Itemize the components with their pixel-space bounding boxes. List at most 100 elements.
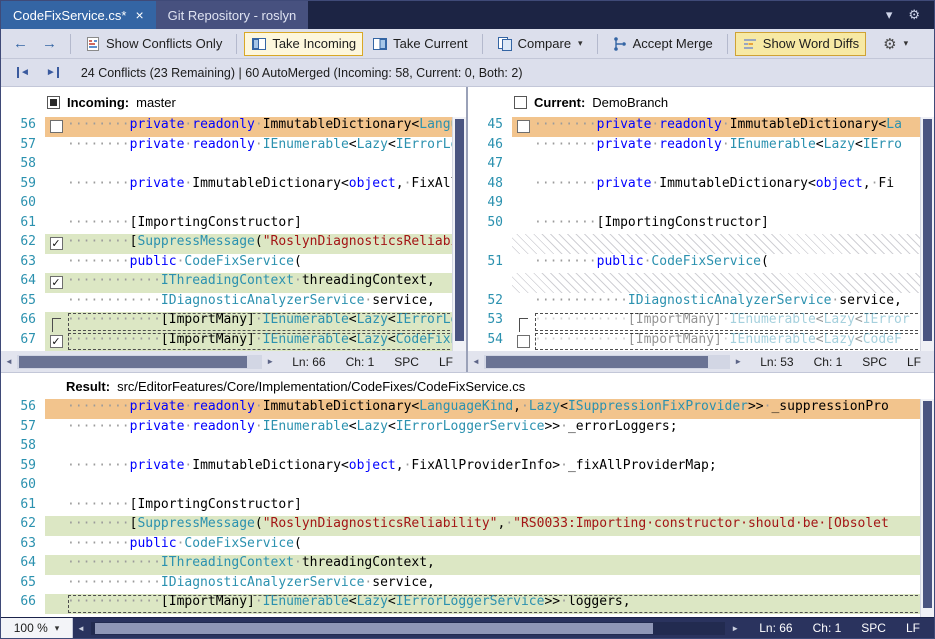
- tab-codefixservice[interactable]: CodeFixService.cs* ×: [1, 1, 156, 29]
- incoming-select-all-checkbox[interactable]: [47, 96, 60, 109]
- take-current-button[interactable]: Take Current: [365, 32, 474, 56]
- code-token: readonly: [192, 117, 255, 132]
- conflict-checkbox[interactable]: [45, 117, 67, 137]
- vertical-scrollbar[interactable]: [452, 117, 466, 351]
- scroll-right-arrow[interactable]: ►: [727, 624, 743, 633]
- back-button[interactable]: ←: [7, 35, 34, 52]
- previous-conflict-button[interactable]: ◄: [11, 67, 36, 78]
- code-line[interactable]: 62✓········[SuppressMessage("RoslynDiagn…: [1, 234, 466, 254]
- code-line[interactable]: 51········public·CodeFixService(: [468, 254, 934, 274]
- eol-indicator: LF: [439, 355, 453, 369]
- chevron-down-icon: ▾: [55, 623, 60, 634]
- chevron-down-icon[interactable]: ▾: [886, 7, 893, 23]
- line-number: 65: [1, 575, 45, 595]
- code-line[interactable]: 53············[ImportMany]·IEnumerable<L…: [468, 312, 934, 332]
- zoom-control[interactable]: 100 % ▾: [1, 618, 73, 638]
- code-line[interactable]: 60: [1, 477, 934, 497]
- code-line[interactable]: 61········[ImportingConstructor]: [1, 215, 466, 235]
- show-word-diffs-button[interactable]: Show Word Diffs: [735, 32, 866, 56]
- checkbox-icon[interactable]: ✓: [50, 335, 63, 348]
- toolbar-separator: [70, 34, 71, 54]
- code-line[interactable]: [468, 273, 934, 293]
- code-line[interactable]: 63········public·CodeFixService(: [1, 536, 934, 556]
- take-incoming-button[interactable]: Take Incoming: [244, 32, 363, 56]
- code-line[interactable]: 64············IThreadingContext·threadin…: [1, 555, 934, 575]
- incoming-horizontal-scrollbar[interactable]: [17, 355, 262, 369]
- compare-button[interactable]: Compare ▾: [490, 32, 590, 56]
- code-line[interactable]: 49: [468, 195, 934, 215]
- close-icon[interactable]: ×: [135, 8, 143, 22]
- code-line[interactable]: 47: [468, 156, 934, 176]
- show-conflicts-only-button[interactable]: Show Conflicts Only: [78, 32, 229, 56]
- scrollbar-thumb[interactable]: [19, 356, 247, 368]
- line-margin: [45, 458, 67, 478]
- code-line[interactable]: 50········[ImportingConstructor]: [468, 215, 934, 235]
- scrollbar-thumb[interactable]: [95, 623, 653, 634]
- code-line[interactable]: 57········private·readonly·IEnumerable<L…: [1, 137, 466, 157]
- code-line[interactable]: 63········public·CodeFixService(: [1, 254, 466, 274]
- status-bar: 100 % ▾ ◄ ► Ln: 66 Ch: 1 SPC LF: [1, 617, 934, 638]
- checkbox-icon[interactable]: [517, 335, 530, 348]
- result-horizontal-scrollbar[interactable]: [91, 622, 725, 635]
- forward-button[interactable]: →: [36, 35, 63, 52]
- checkbox-icon[interactable]: [50, 120, 63, 133]
- code-token: <: [855, 312, 863, 327]
- code-line[interactable]: 66············[ImportMany]·IEnumerable<L…: [1, 594, 934, 614]
- current-editor[interactable]: 45········private·readonly·ImmutableDict…: [468, 117, 934, 351]
- code-token: IEnumerable: [263, 594, 349, 609]
- conflict-checkbox[interactable]: ✓: [45, 273, 67, 293]
- code-line[interactable]: 57········private·readonly·IEnumerable<L…: [1, 419, 934, 439]
- scrollbar-thumb[interactable]: [486, 356, 708, 368]
- scroll-left-arrow[interactable]: ◄: [468, 357, 484, 366]
- code-line[interactable]: 67✓············[ImportMany]·IEnumerable<…: [1, 332, 466, 352]
- code-token: ············: [534, 312, 628, 327]
- scrollbar-thumb[interactable]: [455, 119, 464, 341]
- conflict-checkbox[interactable]: ✓: [45, 332, 67, 352]
- scroll-right-arrow[interactable]: ►: [730, 357, 746, 366]
- code-line[interactable]: 61········[ImportingConstructor]: [1, 497, 934, 517]
- code-line[interactable]: 56········private·readonly·ImmutableDict…: [1, 117, 466, 137]
- checkbox-icon[interactable]: ✓: [50, 276, 63, 289]
- line-margin: [512, 156, 534, 176]
- code-line[interactable]: 48········private·ImmutableDictionary<ob…: [468, 176, 934, 196]
- conflict-checkbox[interactable]: ✓: [45, 234, 67, 254]
- checkbox-icon[interactable]: [517, 120, 530, 133]
- line-number: 63: [1, 536, 45, 556]
- settings-button[interactable]: ⚙ ▾: [876, 31, 915, 57]
- accept-merge-button[interactable]: Accept Merge: [605, 32, 720, 56]
- conflict-checkbox[interactable]: [512, 332, 534, 352]
- code-line[interactable]: 52············IDiagnosticAnalyzerService…: [468, 293, 934, 313]
- code-line[interactable]: 45········private·readonly·ImmutableDict…: [468, 117, 934, 137]
- gear-icon[interactable]: ⚙: [908, 7, 920, 23]
- scroll-left-arrow[interactable]: ◄: [1, 357, 17, 366]
- code-line[interactable]: 59········private·ImmutableDictionary<ob…: [1, 458, 934, 478]
- checkbox-icon[interactable]: ✓: [50, 237, 63, 250]
- code-line[interactable]: 65············IDiagnosticAnalyzerService…: [1, 575, 934, 595]
- code-line[interactable]: 62········[SuppressMessage("RoslynDiagno…: [1, 516, 934, 536]
- code-line[interactable]: 58: [1, 156, 466, 176]
- code-line[interactable]: 46········private·readonly·IEnumerable<L…: [468, 137, 934, 157]
- code-line[interactable]: 60: [1, 195, 466, 215]
- vertical-scrollbar[interactable]: [920, 399, 934, 617]
- current-horizontal-scrollbar[interactable]: [484, 355, 730, 369]
- code-token: private: [130, 458, 185, 473]
- code-line[interactable]: 54············[ImportMany]·IEnumerable<L…: [468, 332, 934, 352]
- scroll-right-arrow[interactable]: ►: [262, 357, 278, 366]
- code-line[interactable]: 65············IDiagnosticAnalyzerService…: [1, 293, 466, 313]
- code-line[interactable]: 59········private·ImmutableDictionary<ob…: [1, 176, 466, 196]
- code-line[interactable]: 56········private·readonly·ImmutableDict…: [1, 399, 934, 419]
- result-editor[interactable]: 56········private·readonly·ImmutableDict…: [1, 399, 934, 617]
- conflict-checkbox[interactable]: [512, 117, 534, 137]
- code-line[interactable]: [468, 234, 934, 254]
- code-line[interactable]: 58: [1, 438, 934, 458]
- code-line[interactable]: 66············[ImportMany]·IEnumerable<L…: [1, 312, 466, 332]
- scrollbar-thumb[interactable]: [923, 119, 932, 341]
- incoming-editor[interactable]: 56········private·readonly·ImmutableDict…: [1, 117, 466, 351]
- vertical-scrollbar[interactable]: [920, 117, 934, 351]
- next-conflict-button[interactable]: ►: [40, 67, 65, 78]
- tab-git-repository[interactable]: Git Repository - roslyn: [156, 1, 309, 29]
- current-select-all-checkbox[interactable]: [514, 96, 527, 109]
- scrollbar-thumb[interactable]: [923, 401, 932, 608]
- scroll-left-arrow[interactable]: ◄: [73, 624, 89, 633]
- code-line[interactable]: 64✓············IThreadingContext·threadi…: [1, 273, 466, 293]
